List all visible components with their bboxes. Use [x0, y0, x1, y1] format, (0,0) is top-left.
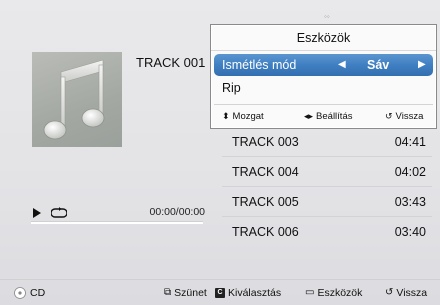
c-key-icon: C: [215, 288, 225, 299]
album-art: [32, 52, 122, 147]
decorative-dots: ◦◦: [324, 12, 330, 21]
track-row[interactable]: TRACK 003 04:41: [222, 127, 432, 157]
arrow-right-icon[interactable]: ▶: [418, 54, 426, 76]
tools-label: Eszközök: [317, 287, 363, 299]
track-list: TRACK 003 04:41 TRACK 004 04:02 TRACK 00…: [222, 127, 432, 247]
left-right-icon: ◂▸: [304, 111, 314, 121]
repeat-icon[interactable]: [51, 207, 67, 219]
pause-button[interactable]: ⧉ Szünet: [164, 280, 207, 305]
track-row[interactable]: TRACK 006 03:40: [222, 217, 432, 247]
back-button[interactable]: ↺ Vissza: [385, 280, 427, 305]
track-row[interactable]: TRACK 004 04:02: [222, 157, 432, 187]
current-track-title: TRACK 001: [136, 55, 206, 70]
repeat-mode-label: Ismétlés mód: [222, 58, 297, 72]
track-duration: 03:43: [394, 195, 426, 209]
hint-move: ⬍ Mozgat: [222, 107, 264, 126]
rip-option[interactable]: Rip: [222, 81, 241, 95]
tools-key-icon: ▭: [305, 287, 315, 299]
hint-settings: ◂▸ Beállítás: [304, 107, 352, 126]
return-icon: ↺: [385, 111, 393, 121]
popup-hints: ⬍ Mozgat ◂▸ Beállítás ↺ Vissza: [211, 107, 436, 125]
track-duration: 04:02: [394, 165, 426, 179]
hint-back-label: Vissza: [395, 111, 424, 122]
select-button[interactable]: C Kiválasztás: [215, 280, 281, 305]
track-row[interactable]: TRACK 005 03:43: [222, 187, 432, 217]
pause-label: Szünet: [174, 287, 207, 299]
select-label: Kiválasztás: [228, 287, 282, 299]
tools-popup: Eszközök Ismétlés mód ◀ Sáv ▶ Rip ⬍ Mozga…: [210, 24, 437, 129]
up-down-icon: ⬍: [222, 111, 230, 121]
return-icon: ↺: [385, 287, 394, 299]
track-name: TRACK 005: [232, 195, 299, 209]
repeat-mode-option[interactable]: Ismétlés mód ◀ Sáv ▶: [214, 54, 433, 76]
pause-key-icon: ⧉: [164, 287, 172, 299]
back-label: Vissza: [396, 287, 428, 299]
popup-title: Eszközök: [211, 25, 436, 51]
music-note-icon: [43, 59, 105, 140]
popup-divider: [214, 104, 433, 105]
playback-controls: 00:00/00:00: [33, 206, 205, 220]
play-icon[interactable]: [33, 208, 41, 218]
arrow-left-icon[interactable]: ◀: [338, 54, 346, 76]
track-name: TRACK 006: [232, 225, 299, 239]
bottom-bar: CD ⧉ Szünet C Kiválasztás ▭ Eszközök ↺ Vissz…: [0, 279, 440, 305]
track-name: TRACK 004: [232, 165, 299, 179]
tools-button[interactable]: ▭ Eszközök: [305, 280, 362, 305]
track-name: TRACK 003: [232, 135, 299, 149]
hint-back: ↺ Vissza: [385, 107, 423, 126]
disc-icon: [14, 287, 26, 299]
progress-bar[interactable]: [31, 221, 203, 224]
track-duration: 04:41: [394, 135, 426, 149]
repeat-mode-value: Sáv: [367, 58, 390, 72]
track-duration: 03:40: [394, 225, 426, 239]
elapsed-time: 00:00/00:00: [149, 206, 205, 218]
hint-move-label: Mozgat: [232, 111, 264, 122]
music-player-screen: TRACK 001 00:00/00:00 TRACK 003 04:41 TR…: [0, 0, 440, 305]
source-label: CD: [30, 287, 46, 299]
hint-settings-label: Beállítás: [316, 111, 353, 122]
